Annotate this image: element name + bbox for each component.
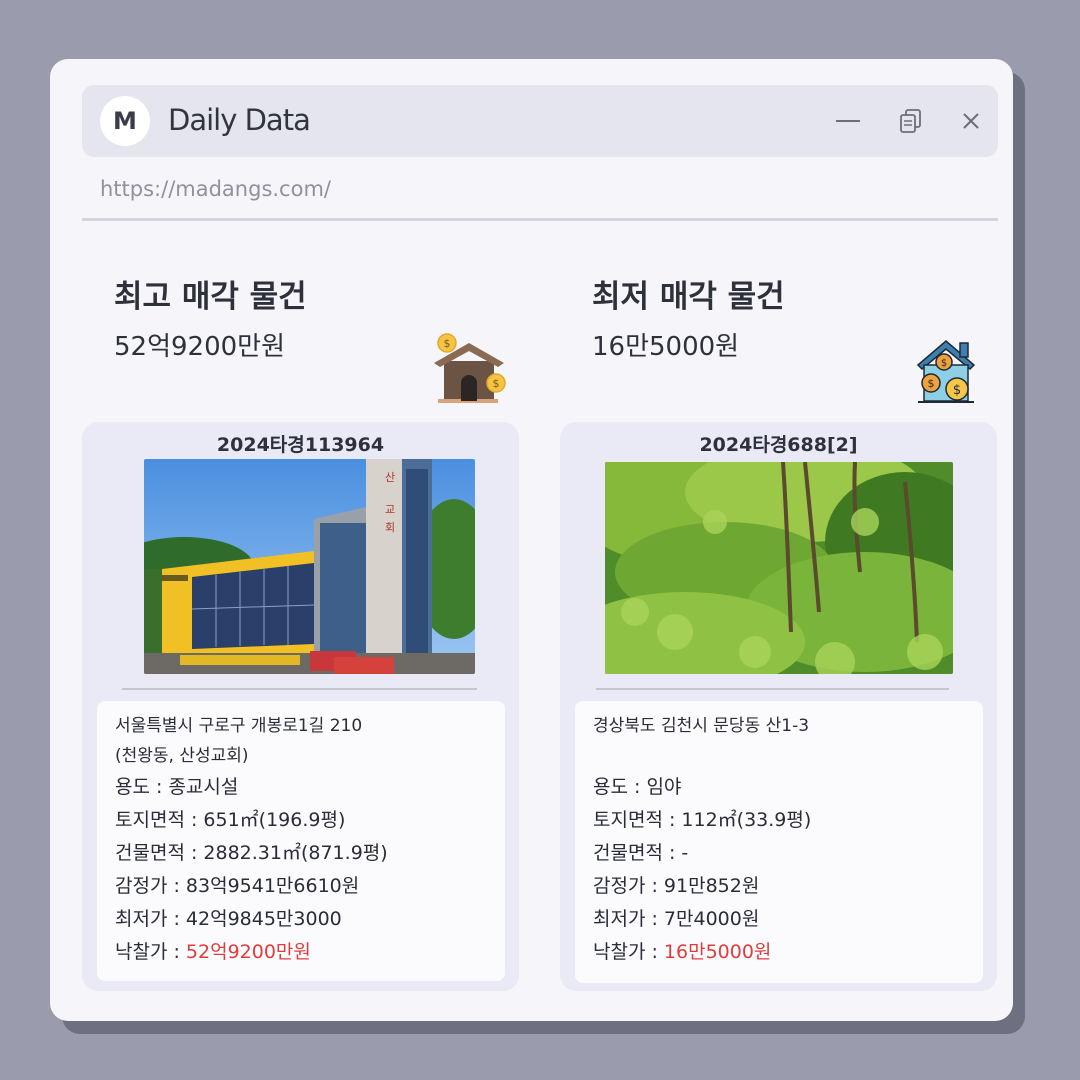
svg-text:회: 회 xyxy=(385,521,395,534)
minimize-button[interactable] xyxy=(834,107,862,135)
svg-text:$: $ xyxy=(928,377,935,390)
address-line-1: 서울특별시 구로구 개봉로1길 210 xyxy=(115,716,363,736)
minimum-price-text: 최저가 : 42억9845만3000 xyxy=(115,908,342,930)
svg-text:$: $ xyxy=(941,358,947,369)
winning-bid-row: 낙찰가 : 16만5000원 xyxy=(593,936,965,969)
app-window: M Daily Data https://madangs.com/ 최고 매각 … xyxy=(50,59,1013,1021)
close-button[interactable] xyxy=(957,107,985,135)
highest-heading: 최고 매각 물건 xyxy=(114,279,307,315)
highest-property-card[interactable]: 2024타경113964 산 교 회 서울특별시 구로구 개봉로1길 210 (… xyxy=(82,422,519,991)
usage-text: 용도 : 종교시설 xyxy=(115,776,239,798)
winning-bid-label: 낙찰가 : xyxy=(593,941,664,963)
close-icon xyxy=(963,113,979,129)
winning-bid-label: 낙찰가 : xyxy=(115,941,186,963)
lowest-heading: 최저 매각 물건 xyxy=(592,279,785,315)
winning-bid-row: 낙찰가 : 52억9200만원 xyxy=(115,936,487,969)
copy-icon xyxy=(900,109,921,133)
house-with-coins-icon: $ $ xyxy=(430,331,506,409)
appraisal-text: 감정가 : 83억9541만6610원 xyxy=(115,875,360,897)
property-details: 서울특별시 구로구 개봉로1길 210 (천왕동, 산성교회) 용도 : 종교시… xyxy=(97,701,505,981)
svg-text:$: $ xyxy=(493,377,500,390)
land-area-text: 토지면적 : 112㎡(33.9평) xyxy=(593,809,812,831)
winning-bid-price: 52억9200만원 xyxy=(185,941,311,963)
case-number: 2024타경688[2] xyxy=(699,434,858,456)
usage-text: 용도 : 임야 xyxy=(593,776,682,798)
lowest-amount: 16만5000원 xyxy=(592,332,740,362)
address-spacer xyxy=(593,741,965,771)
church-building-photo: 산 교 회 xyxy=(144,459,475,674)
case-number: 2024타경113964 xyxy=(216,434,385,456)
address-line-2: (천왕동, 산성교회) xyxy=(115,746,249,766)
app-logo: M xyxy=(100,96,150,146)
card-divider xyxy=(122,688,477,690)
address-line-1: 경상북도 김천시 문당동 산1-3 xyxy=(593,716,810,736)
url-text[interactable]: https://madangs.com/ xyxy=(100,177,331,201)
building-area-text: 건물면적 : 2882.31㎡(871.9평) xyxy=(115,842,388,864)
copy-button[interactable] xyxy=(897,107,925,135)
building-area-text: 건물면적 : - xyxy=(593,842,689,864)
app-title: Daily Data xyxy=(168,103,311,137)
header-divider xyxy=(82,218,998,221)
land-area-text: 토지면적 : 651㎡(196.9평) xyxy=(115,809,346,831)
card-divider xyxy=(596,688,949,690)
lowest-property-card[interactable]: 2024타경688[2] 경상북도 김천시 문당동 산1-3 용도: 임야 토… xyxy=(560,422,997,991)
highest-amount: 52억9200만원 xyxy=(114,332,286,362)
title-bar: M Daily Data xyxy=(82,85,998,157)
svg-text:$: $ xyxy=(444,337,451,350)
winning-bid-price: 16만5000원 xyxy=(663,941,772,963)
minimum-price-text: 최저가 : 7만4000원 xyxy=(593,908,760,930)
minimize-icon xyxy=(836,120,860,122)
appraisal-text: 감정가 : 91만852원 xyxy=(593,875,760,897)
svg-text:교: 교 xyxy=(385,503,395,516)
property-details: 경상북도 김천시 문당동 산1-3 용도 : 임야 토지면적 : 112㎡(33… xyxy=(575,701,983,983)
svg-text:$: $ xyxy=(953,383,961,398)
house-with-money-icon: $ $ $ xyxy=(914,337,978,409)
svg-text:산: 산 xyxy=(385,471,395,484)
forest-land-photo xyxy=(605,462,953,674)
